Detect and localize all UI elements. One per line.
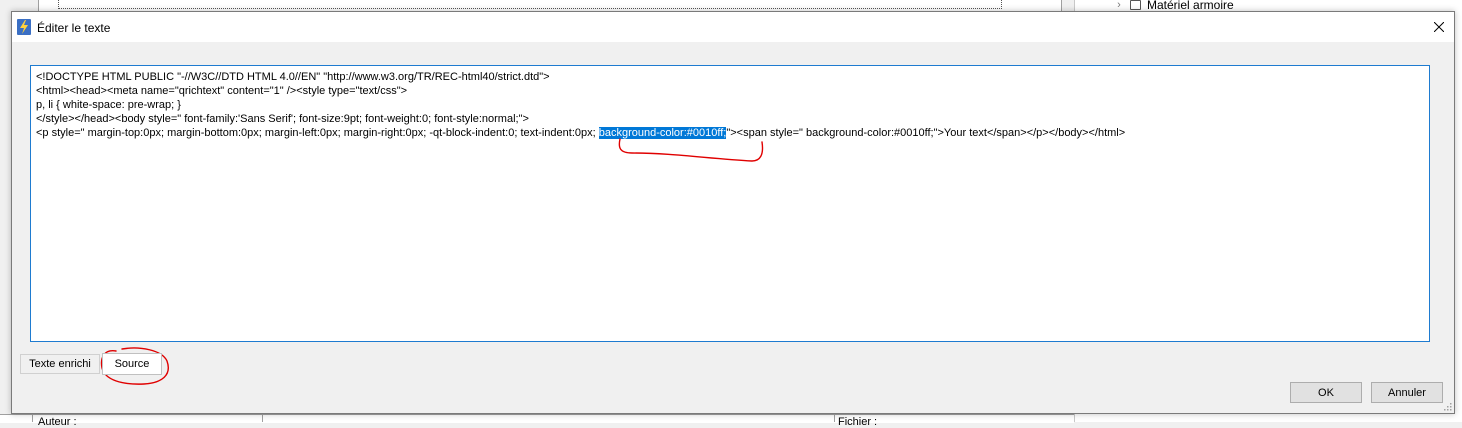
source-line-5-before: <p style=" margin-top:0px; margin-bottom… [36,127,599,139]
source-line-5-after: "><span style=" background-color:#0010ff… [726,127,1126,139]
chevron-right-icon[interactable]: › [1114,0,1124,11]
edit-text-dialog: Éditer le texte <!DOCTYPE HTML PUBLIC "-… [11,11,1455,414]
source-line-4: </style></head><body style=" font-family… [36,113,529,125]
ok-button[interactable]: OK [1290,382,1362,403]
author-label: Auteur : [38,416,77,428]
source-line-3: p, li { white-space: pre-wrap; } [36,99,181,111]
source-line-2: <html><head><meta name="qrichtext" conte… [36,85,408,97]
column-divider [262,414,263,422]
source-line-5: <p style=" margin-top:0px; margin-bottom… [36,126,1424,140]
background-page-outline [58,0,1002,9]
dialog-titlebar[interactable]: Éditer le texte [12,12,1454,42]
column-divider [32,414,33,422]
selected-text[interactable]: background-color:#0010ff; [598,127,727,139]
file-label: Fichier : [838,416,878,428]
folder-icon [1130,0,1141,10]
lightning-app-icon [17,19,31,35]
dialog-title: Éditer le texte [37,21,111,35]
tab-rich-text[interactable]: Texte enrichi [20,354,100,374]
column-divider [834,414,835,422]
close-button[interactable] [1424,12,1454,42]
source-editor[interactable]: <!DOCTYPE HTML PUBLIC "-//W3C//DTD HTML … [30,65,1430,342]
cancel-button[interactable]: Annuler [1371,382,1443,403]
resize-grip-icon[interactable] [1442,401,1452,411]
tab-source[interactable]: Source [102,353,162,375]
close-icon[interactable] [1434,22,1444,32]
source-line-1: <!DOCTYPE HTML PUBLIC "-//W3C//DTD HTML … [36,71,550,83]
